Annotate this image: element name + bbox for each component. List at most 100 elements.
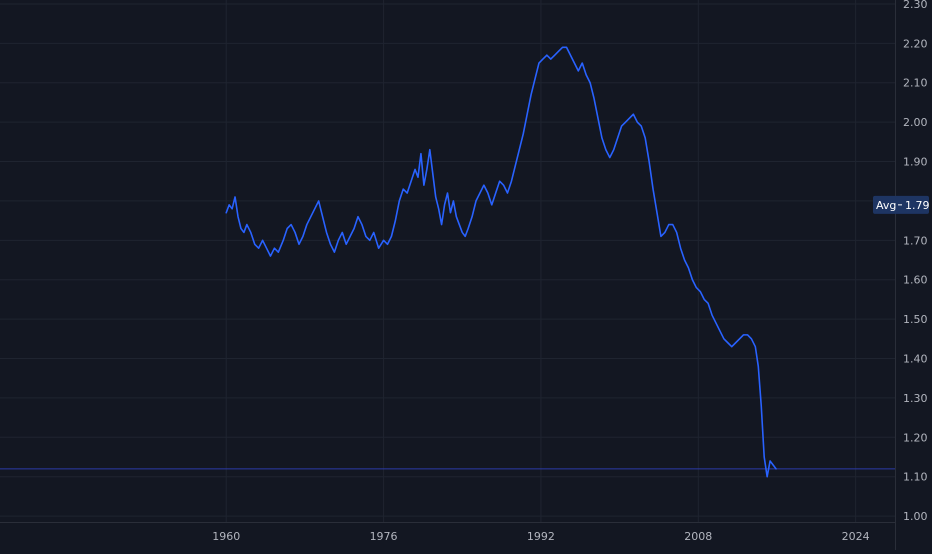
data-point bbox=[246, 224, 247, 225]
data-point bbox=[609, 157, 610, 158]
y-tick-label: 1.50 bbox=[903, 313, 928, 326]
data-point bbox=[586, 74, 587, 75]
data-point bbox=[637, 122, 638, 123]
data-point bbox=[546, 55, 547, 56]
data-point bbox=[240, 228, 241, 229]
data-point bbox=[334, 252, 335, 253]
x-tick-label: 1960 bbox=[212, 530, 240, 543]
data-point bbox=[266, 248, 267, 249]
data-point bbox=[475, 200, 476, 201]
data-point bbox=[468, 228, 469, 229]
data-point bbox=[226, 212, 227, 213]
data-point bbox=[700, 291, 701, 292]
data-point bbox=[597, 118, 598, 119]
data-point bbox=[775, 468, 776, 469]
x-tick-label: 1992 bbox=[527, 530, 555, 543]
data-point bbox=[483, 185, 484, 186]
y-tick-label: 1.10 bbox=[903, 471, 928, 484]
data-point bbox=[378, 248, 379, 249]
data-point bbox=[369, 240, 370, 241]
data-point bbox=[735, 342, 736, 343]
data-point bbox=[769, 460, 770, 461]
data-point bbox=[593, 98, 594, 99]
x-tick-label: 2008 bbox=[684, 530, 712, 543]
data-point bbox=[318, 200, 319, 201]
data-point bbox=[743, 334, 744, 335]
data-point bbox=[558, 51, 559, 52]
data-point bbox=[495, 192, 496, 193]
data-point bbox=[302, 236, 303, 237]
data-point bbox=[330, 244, 331, 245]
avg-label: Avg bbox=[876, 199, 896, 212]
data-point bbox=[582, 62, 583, 63]
data-point bbox=[633, 114, 634, 115]
y-tick-label: 1.90 bbox=[903, 156, 928, 169]
data-point bbox=[641, 125, 642, 126]
data-point bbox=[660, 236, 661, 237]
y-tick-label: 1.70 bbox=[903, 234, 928, 247]
data-point bbox=[649, 161, 650, 162]
data-point bbox=[291, 224, 292, 225]
data-point bbox=[751, 338, 752, 339]
data-point bbox=[708, 303, 709, 304]
data-point bbox=[414, 169, 415, 170]
x-tick-label: 1976 bbox=[370, 530, 398, 543]
data-point bbox=[652, 189, 653, 190]
data-point bbox=[605, 149, 606, 150]
data-point bbox=[680, 248, 681, 249]
data-point bbox=[519, 149, 520, 150]
data-point bbox=[471, 216, 472, 217]
y-tick-label: 2.00 bbox=[903, 116, 928, 129]
line-chart[interactable]: 1.001.101.201.301.401.501.601.701.801.90… bbox=[0, 0, 932, 550]
y-tick-label: 2.10 bbox=[903, 77, 928, 90]
data-point bbox=[578, 70, 579, 71]
data-point bbox=[278, 252, 279, 253]
y-tick-label: 1.20 bbox=[903, 431, 928, 444]
data-point bbox=[373, 232, 374, 233]
data-point bbox=[441, 224, 442, 225]
data-point bbox=[613, 149, 614, 150]
data-point bbox=[346, 244, 347, 245]
data-point bbox=[601, 137, 602, 138]
data-point bbox=[399, 200, 400, 201]
data-point bbox=[625, 122, 626, 123]
data-point bbox=[764, 456, 765, 457]
data-point bbox=[747, 334, 748, 335]
data-point bbox=[590, 82, 591, 83]
data-point bbox=[287, 228, 288, 229]
data-point bbox=[395, 220, 396, 221]
y-tick-label: 1.00 bbox=[903, 510, 928, 523]
data-point bbox=[270, 255, 271, 256]
data-point bbox=[262, 240, 263, 241]
data-point bbox=[503, 185, 504, 186]
data-point bbox=[258, 248, 259, 249]
data-point bbox=[715, 322, 716, 323]
data-point bbox=[684, 259, 685, 260]
data-point bbox=[234, 196, 235, 197]
data-point bbox=[574, 62, 575, 63]
data-point bbox=[688, 267, 689, 268]
data-point bbox=[435, 196, 436, 197]
data-point bbox=[429, 149, 430, 150]
data-point bbox=[447, 192, 448, 193]
data-point bbox=[338, 240, 339, 241]
data-point bbox=[739, 338, 740, 339]
data-point bbox=[550, 58, 551, 59]
data-point bbox=[438, 208, 439, 209]
data-point bbox=[465, 236, 466, 237]
x-tick-label: 2024 bbox=[842, 530, 870, 543]
data-point bbox=[664, 232, 665, 233]
data-point bbox=[322, 216, 323, 217]
data-point bbox=[731, 346, 732, 347]
data-point bbox=[761, 405, 762, 406]
data-point bbox=[232, 208, 233, 209]
data-point bbox=[711, 315, 712, 316]
data-point bbox=[692, 279, 693, 280]
data-point bbox=[365, 236, 366, 237]
data-point bbox=[426, 169, 427, 170]
data-point bbox=[727, 342, 728, 343]
data-point bbox=[696, 287, 697, 288]
data-point bbox=[755, 346, 756, 347]
y-tick-label: 2.20 bbox=[903, 37, 928, 50]
data-point bbox=[254, 244, 255, 245]
